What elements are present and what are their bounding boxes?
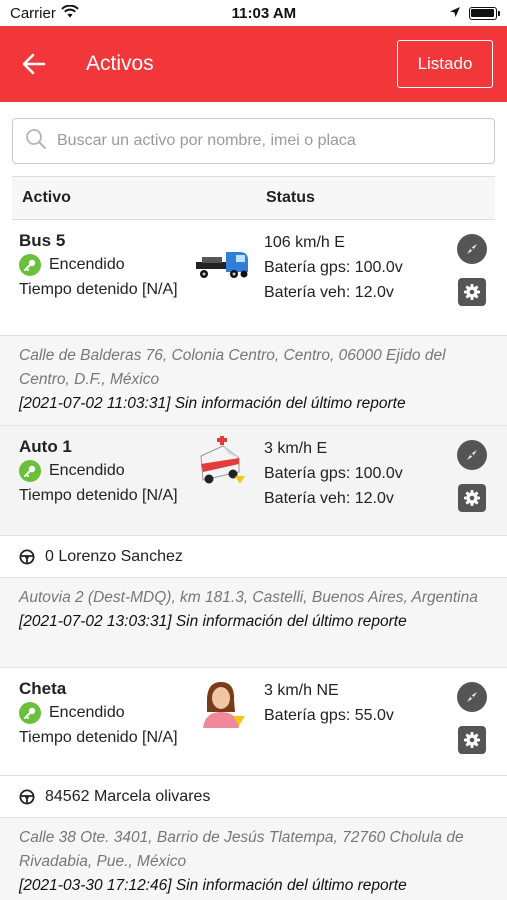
status-left: Carrier	[10, 4, 79, 22]
asset-state-label: Encendido	[49, 256, 125, 273]
app-header: Activos Listado	[0, 26, 507, 102]
asset-battery-gps: Batería gps: 100.0v	[264, 465, 403, 482]
search-input[interactable]	[57, 132, 482, 150]
asset-speed: 106 km/h E	[264, 234, 345, 251]
steering-wheel-icon	[19, 789, 35, 804]
gear-icon	[464, 490, 480, 506]
asset-battery-gps: Batería gps: 100.0v	[264, 259, 403, 276]
asset-state: Encendido	[19, 252, 179, 277]
asset-row[interactable]: Cheta Encendido Tiempo detenido [N/A] 3 …	[0, 668, 507, 776]
search-icon	[25, 128, 47, 155]
back-arrow-icon	[22, 53, 46, 75]
asset-last-report: [2021-07-02 13:03:31] Sin información de…	[19, 613, 407, 630]
page-title: Activos	[86, 52, 154, 75]
key-icon	[19, 459, 41, 482]
steering-wheel-icon	[19, 549, 35, 564]
compass-icon	[467, 244, 477, 254]
asset-battery-vehicle: Batería veh: 12.0v	[264, 284, 394, 301]
key-icon	[19, 253, 41, 276]
status-right	[449, 5, 500, 22]
asset-stopped-time: Tiempo detenido [N/A]	[19, 281, 178, 298]
asset-image	[179, 230, 264, 335]
column-header-asset: Activo	[22, 189, 71, 206]
carrier-label: Carrier	[10, 4, 56, 22]
asset-address: Calle de Balderas 76, Colonia Centro, Ce…	[19, 347, 446, 388]
asset-actions	[449, 436, 495, 535]
column-header-status: Status	[266, 189, 315, 206]
asset-row[interactable]: Bus 5 Encendido Tiempo detenido [N/A] 10…	[0, 220, 507, 336]
ambulance-icon	[199, 436, 245, 484]
asset-card[interactable]: Cheta Encendido Tiempo detenido [N/A] 3 …	[0, 668, 507, 900]
asset-actions	[449, 230, 495, 335]
settings-button[interactable]	[458, 278, 486, 306]
asset-state: Encendido	[19, 458, 179, 483]
asset-stopped-time: Tiempo detenido [N/A]	[19, 729, 178, 746]
asset-row[interactable]: Auto 1 Encendido Tiempo detenido [N/A] 3	[0, 426, 507, 536]
gear-icon	[464, 732, 480, 748]
asset-card[interactable]: Bus 5 Encendido Tiempo detenido [N/A] 10…	[0, 220, 507, 426]
navigate-button[interactable]	[457, 682, 487, 712]
asset-address: Autovia 2 (Dest-MDQ), km 181.3, Castelli…	[19, 589, 478, 606]
asset-battery-vehicle: Batería veh: 12.0v	[264, 490, 394, 507]
asset-image	[179, 436, 264, 535]
asset-location: Autovia 2 (Dest-MDQ), km 181.3, Castelli…	[0, 578, 507, 668]
asset-location: Calle 38 Ote. 3401, Barrio de Jesús Tlat…	[0, 818, 507, 900]
compass-icon	[467, 692, 477, 702]
asset-state: Encendido	[19, 700, 179, 725]
asset-status: 106 km/h E Batería gps: 100.0v Batería v…	[264, 230, 449, 335]
compass-icon	[467, 450, 477, 460]
driver-name: 84562 Marcela olivares	[45, 787, 211, 805]
asset-state-label: Encendido	[49, 462, 125, 479]
asset-battery-gps: Batería gps: 55.0v	[264, 707, 394, 724]
asset-last-report: [2021-07-02 11:03:31] Sin información de…	[19, 395, 406, 412]
status-bar: Carrier 11:03 AM	[0, 0, 507, 26]
driver-row: 0 Lorenzo Sanchez	[0, 536, 507, 578]
asset-stopped-time: Tiempo detenido [N/A]	[19, 487, 178, 504]
list-view-button[interactable]: Listado	[397, 40, 493, 88]
asset-speed: 3 km/h E	[264, 440, 328, 457]
back-button[interactable]	[22, 51, 48, 77]
table-header: Activo Status	[12, 176, 495, 220]
asset-name: Bus 5	[19, 231, 66, 250]
wifi-icon	[61, 4, 79, 22]
driver-row: 84562 Marcela olivares	[0, 776, 507, 818]
asset-speed: 3 km/h NE	[264, 682, 339, 699]
clock: 11:03 AM	[231, 4, 297, 22]
key-icon	[19, 701, 41, 724]
navigate-button[interactable]	[457, 440, 487, 470]
asset-card[interactable]: Auto 1 Encendido Tiempo detenido [N/A] 3	[0, 426, 507, 668]
asset-name: Cheta	[19, 679, 67, 698]
asset-actions	[449, 678, 495, 775]
search-area	[0, 102, 507, 176]
asset-last-report: [2021-03-30 17:12:46] Sin información de…	[19, 877, 407, 894]
asset-info: Bus 5 Encendido Tiempo detenido [N/A]	[19, 230, 179, 335]
asset-status: 3 km/h E Batería gps: 100.0v Batería veh…	[264, 436, 449, 535]
gear-icon	[464, 284, 480, 300]
battery-icon	[468, 6, 500, 20]
asset-info: Cheta Encendido Tiempo detenido [N/A]	[19, 678, 179, 775]
asset-image	[179, 678, 264, 775]
asset-state-label: Encendido	[49, 704, 125, 721]
asset-location: Calle de Balderas 76, Colonia Centro, Ce…	[0, 336, 507, 426]
location-arrow-icon	[449, 5, 461, 22]
settings-button[interactable]	[458, 484, 486, 512]
navigate-button[interactable]	[457, 234, 487, 264]
tow-truck-icon	[195, 252, 248, 278]
driver-name: 0 Lorenzo Sanchez	[45, 547, 183, 565]
asset-name: Auto 1	[19, 437, 72, 456]
settings-button[interactable]	[458, 726, 486, 754]
asset-address: Calle 38 Ote. 3401, Barrio de Jesús Tlat…	[19, 829, 464, 870]
asset-info: Auto 1 Encendido Tiempo detenido [N/A]	[19, 436, 179, 535]
person-icon	[202, 682, 245, 728]
asset-status: 3 km/h NE Batería gps: 55.0v	[264, 678, 449, 775]
search-box[interactable]	[12, 118, 495, 164]
